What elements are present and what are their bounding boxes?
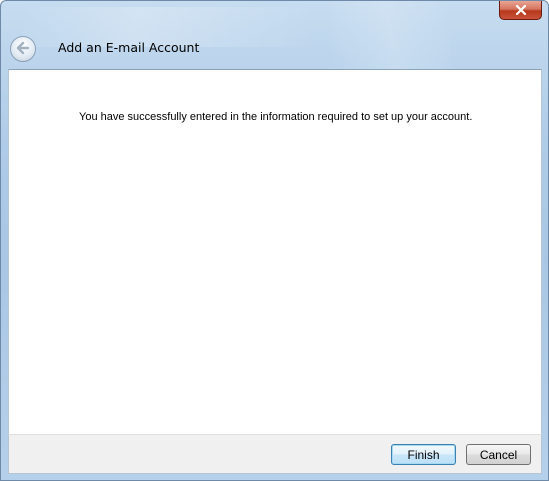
back-button[interactable] (10, 36, 36, 62)
dialog-window: Add an E-mail Account You have successfu… (0, 0, 549, 481)
close-button[interactable] (499, 1, 542, 20)
success-message: You have successfully entered in the inf… (79, 111, 473, 123)
finish-button[interactable]: Finish (391, 444, 456, 465)
content-area: You have successfully entered in the inf… (8, 69, 542, 434)
back-arrow-icon (15, 40, 31, 59)
window-title: Add an E-mail Account (58, 40, 200, 55)
cancel-button[interactable]: Cancel (466, 444, 531, 465)
frame-glass-highlight-2 (331, 1, 451, 69)
button-bar: Finish Cancel (8, 434, 542, 474)
close-icon (515, 5, 527, 15)
